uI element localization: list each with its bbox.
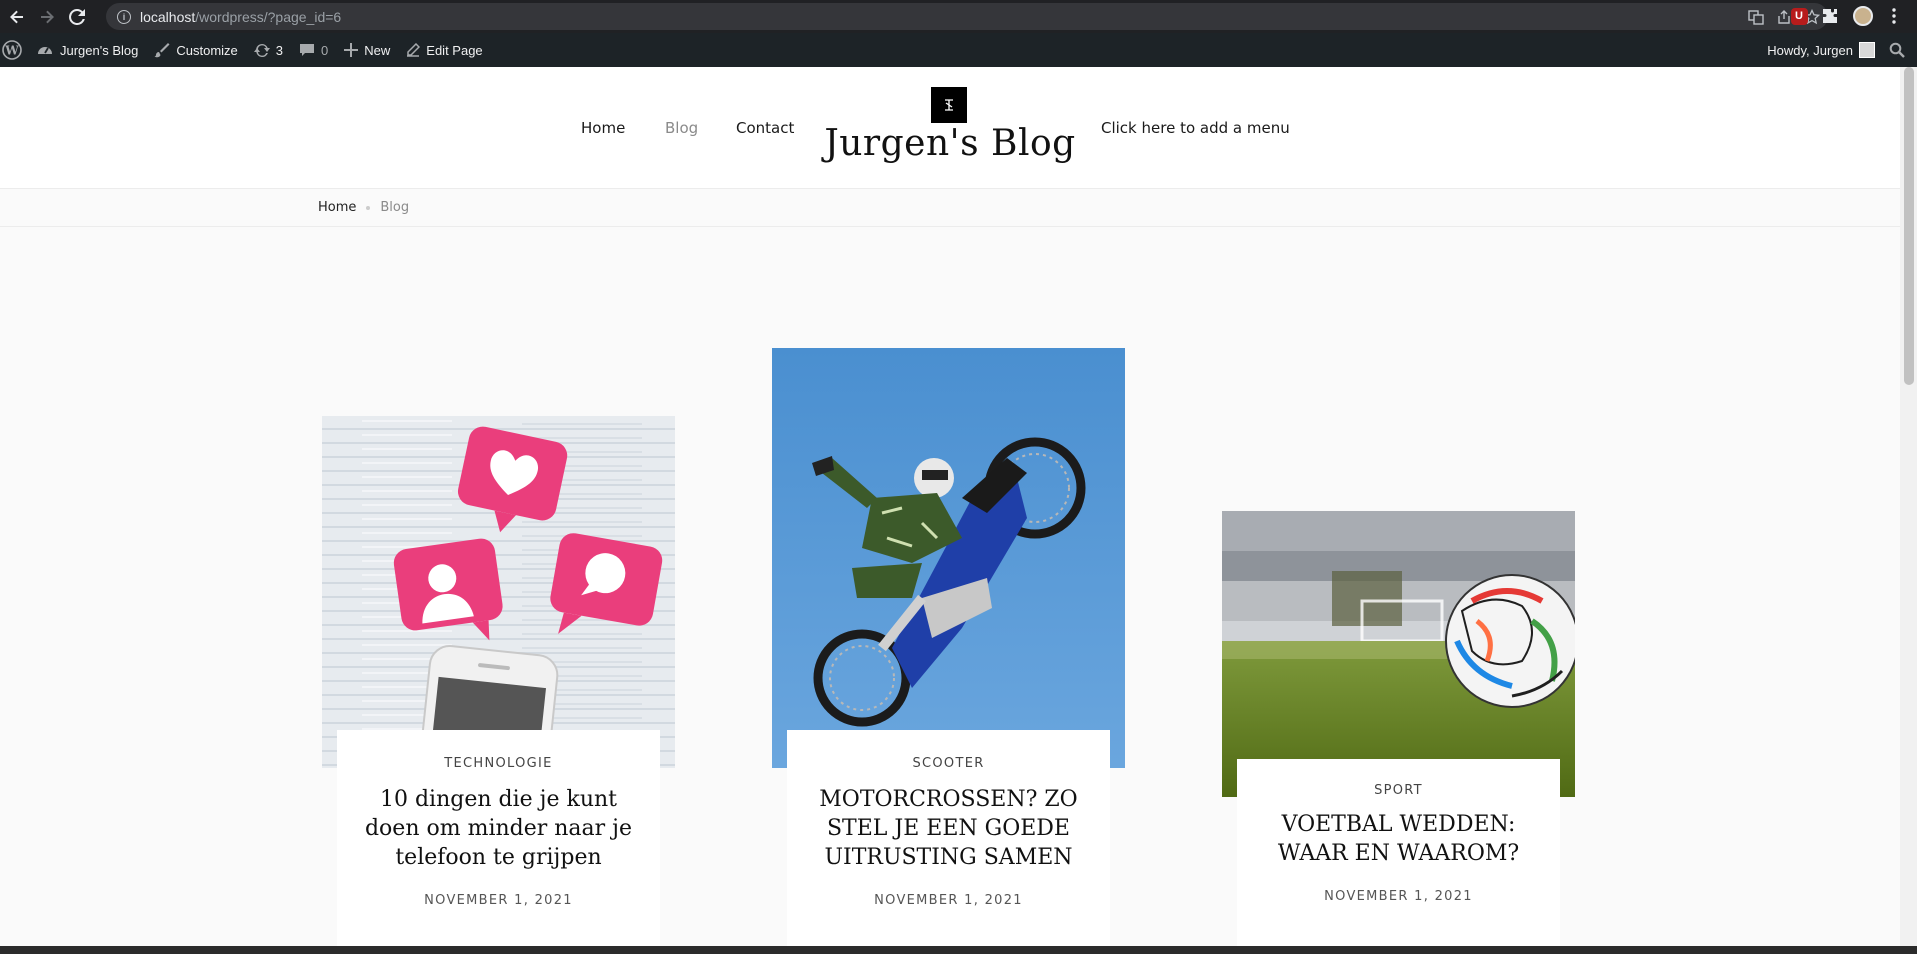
back-icon[interactable] — [5, 5, 29, 29]
breadcrumb-bar: Home Blog — [0, 189, 1900, 227]
post-date[interactable]: NOVEMBER 1, 2021 — [337, 893, 660, 908]
new-content-link[interactable]: New — [336, 33, 398, 67]
updates-link[interactable]: 3 — [246, 33, 291, 67]
breadcrumb-current: Blog — [380, 200, 410, 215]
site-header: Home Blog Contact Jurgen's Blog Click he… — [0, 67, 1900, 189]
comments-link[interactable]: 0 — [291, 33, 336, 67]
post-category[interactable]: SCOOTER — [787, 756, 1110, 771]
url-text[interactable]: localhost/wordpress/?page_id=6 — [140, 9, 341, 25]
scrollbar-thumb[interactable] — [1904, 67, 1914, 385]
window-bottom-edge — [0, 946, 1917, 954]
customize-link[interactable]: Customize — [146, 33, 245, 67]
post-category[interactable]: TECHNOLOGIE — [337, 756, 660, 771]
updates-icon — [253, 42, 270, 58]
reload-icon[interactable] — [65, 5, 89, 29]
comments-count: 0 — [321, 42, 329, 58]
plus-icon — [344, 43, 359, 57]
dashboard-icon — [36, 41, 54, 59]
post-category[interactable]: SPORT — [1237, 783, 1560, 798]
wordpress-logo-icon[interactable]: W — [0, 33, 28, 67]
comment-icon — [299, 42, 315, 58]
forward-icon[interactable] — [35, 5, 59, 29]
post-title[interactable]: MOTORCROSSEN? ZO STEL JE EEN GOEDE UITRU… — [787, 785, 1110, 872]
translate-icon[interactable] — [1748, 9, 1764, 25]
menu-item-blog[interactable]: Blog — [665, 119, 698, 137]
site-name-link[interactable]: Jurgen's Blog — [28, 33, 146, 67]
customize-label: Customize — [176, 42, 238, 58]
browser-toolbar: i localhost/wordpress/?page_id=6 U — [0, 0, 1917, 33]
user-avatar — [1859, 42, 1875, 58]
updates-count: 3 — [275, 42, 284, 58]
pencil-icon — [406, 43, 421, 57]
wp-admin-bar: W Jurgen's Blog Customize 3 0 New Edit P… — [0, 33, 1917, 67]
search-icon[interactable] — [1889, 33, 1905, 67]
post-title[interactable]: VOETBAL WEDDEN: WAAR EN WAAROM? — [1237, 810, 1560, 868]
post-thumbnail-phone-likes[interactable] — [322, 416, 675, 768]
site-info-icon[interactable]: i — [117, 9, 131, 24]
new-label: New — [364, 42, 391, 58]
menu-item-home[interactable]: Home — [581, 119, 625, 137]
breadcrumb-home[interactable]: Home — [318, 200, 356, 215]
howdy-label: Howdy, Jurgen — [1767, 42, 1853, 58]
paintbrush-icon — [154, 42, 170, 58]
address-bar[interactable]: i localhost/wordpress/?page_id=6 — [106, 3, 1828, 30]
add-menu-link[interactable]: Click here to add a menu — [1101, 119, 1290, 137]
menu-item-contact[interactable]: Contact — [736, 119, 794, 137]
site-title[interactable]: Jurgen's Blog — [820, 123, 1080, 164]
breadcrumb: Home Blog — [318, 200, 409, 215]
breadcrumb-separator — [366, 205, 371, 210]
post-title[interactable]: 10 dingen die je kunt doen om minder naa… — [337, 785, 660, 872]
post-card-technologie: TECHNOLOGIE 10 dingen die je kunt doen o… — [337, 730, 660, 946]
browser-menu-icon[interactable] — [1883, 5, 1905, 27]
page-scrollbar[interactable] — [1900, 67, 1917, 947]
site-name-label: Jurgen's Blog — [60, 42, 139, 58]
ublock-extension-icon[interactable]: U — [1788, 5, 1810, 27]
edit-page-link[interactable]: Edit Page — [398, 33, 490, 67]
extensions-puzzle-icon[interactable] — [1819, 5, 1841, 27]
post-card-scooter: SCOOTER MOTORCROSSEN? ZO STEL JE EEN GOE… — [787, 730, 1110, 946]
post-date[interactable]: NOVEMBER 1, 2021 — [1237, 889, 1560, 904]
post-thumbnail-football[interactable] — [1222, 511, 1575, 797]
post-thumbnail-motocross[interactable] — [772, 348, 1125, 768]
site-logo[interactable] — [931, 87, 967, 123]
post-card-sport: SPORT VOETBAL WEDDEN: WAAR EN WAAROM? NO… — [1237, 759, 1560, 946]
edit-page-label: Edit Page — [426, 42, 483, 58]
account-menu[interactable]: Howdy, Jurgen — [1767, 33, 1875, 67]
post-date[interactable]: NOVEMBER 1, 2021 — [787, 893, 1110, 908]
profile-avatar[interactable] — [1852, 5, 1874, 27]
svg-text:W: W — [4, 44, 19, 58]
